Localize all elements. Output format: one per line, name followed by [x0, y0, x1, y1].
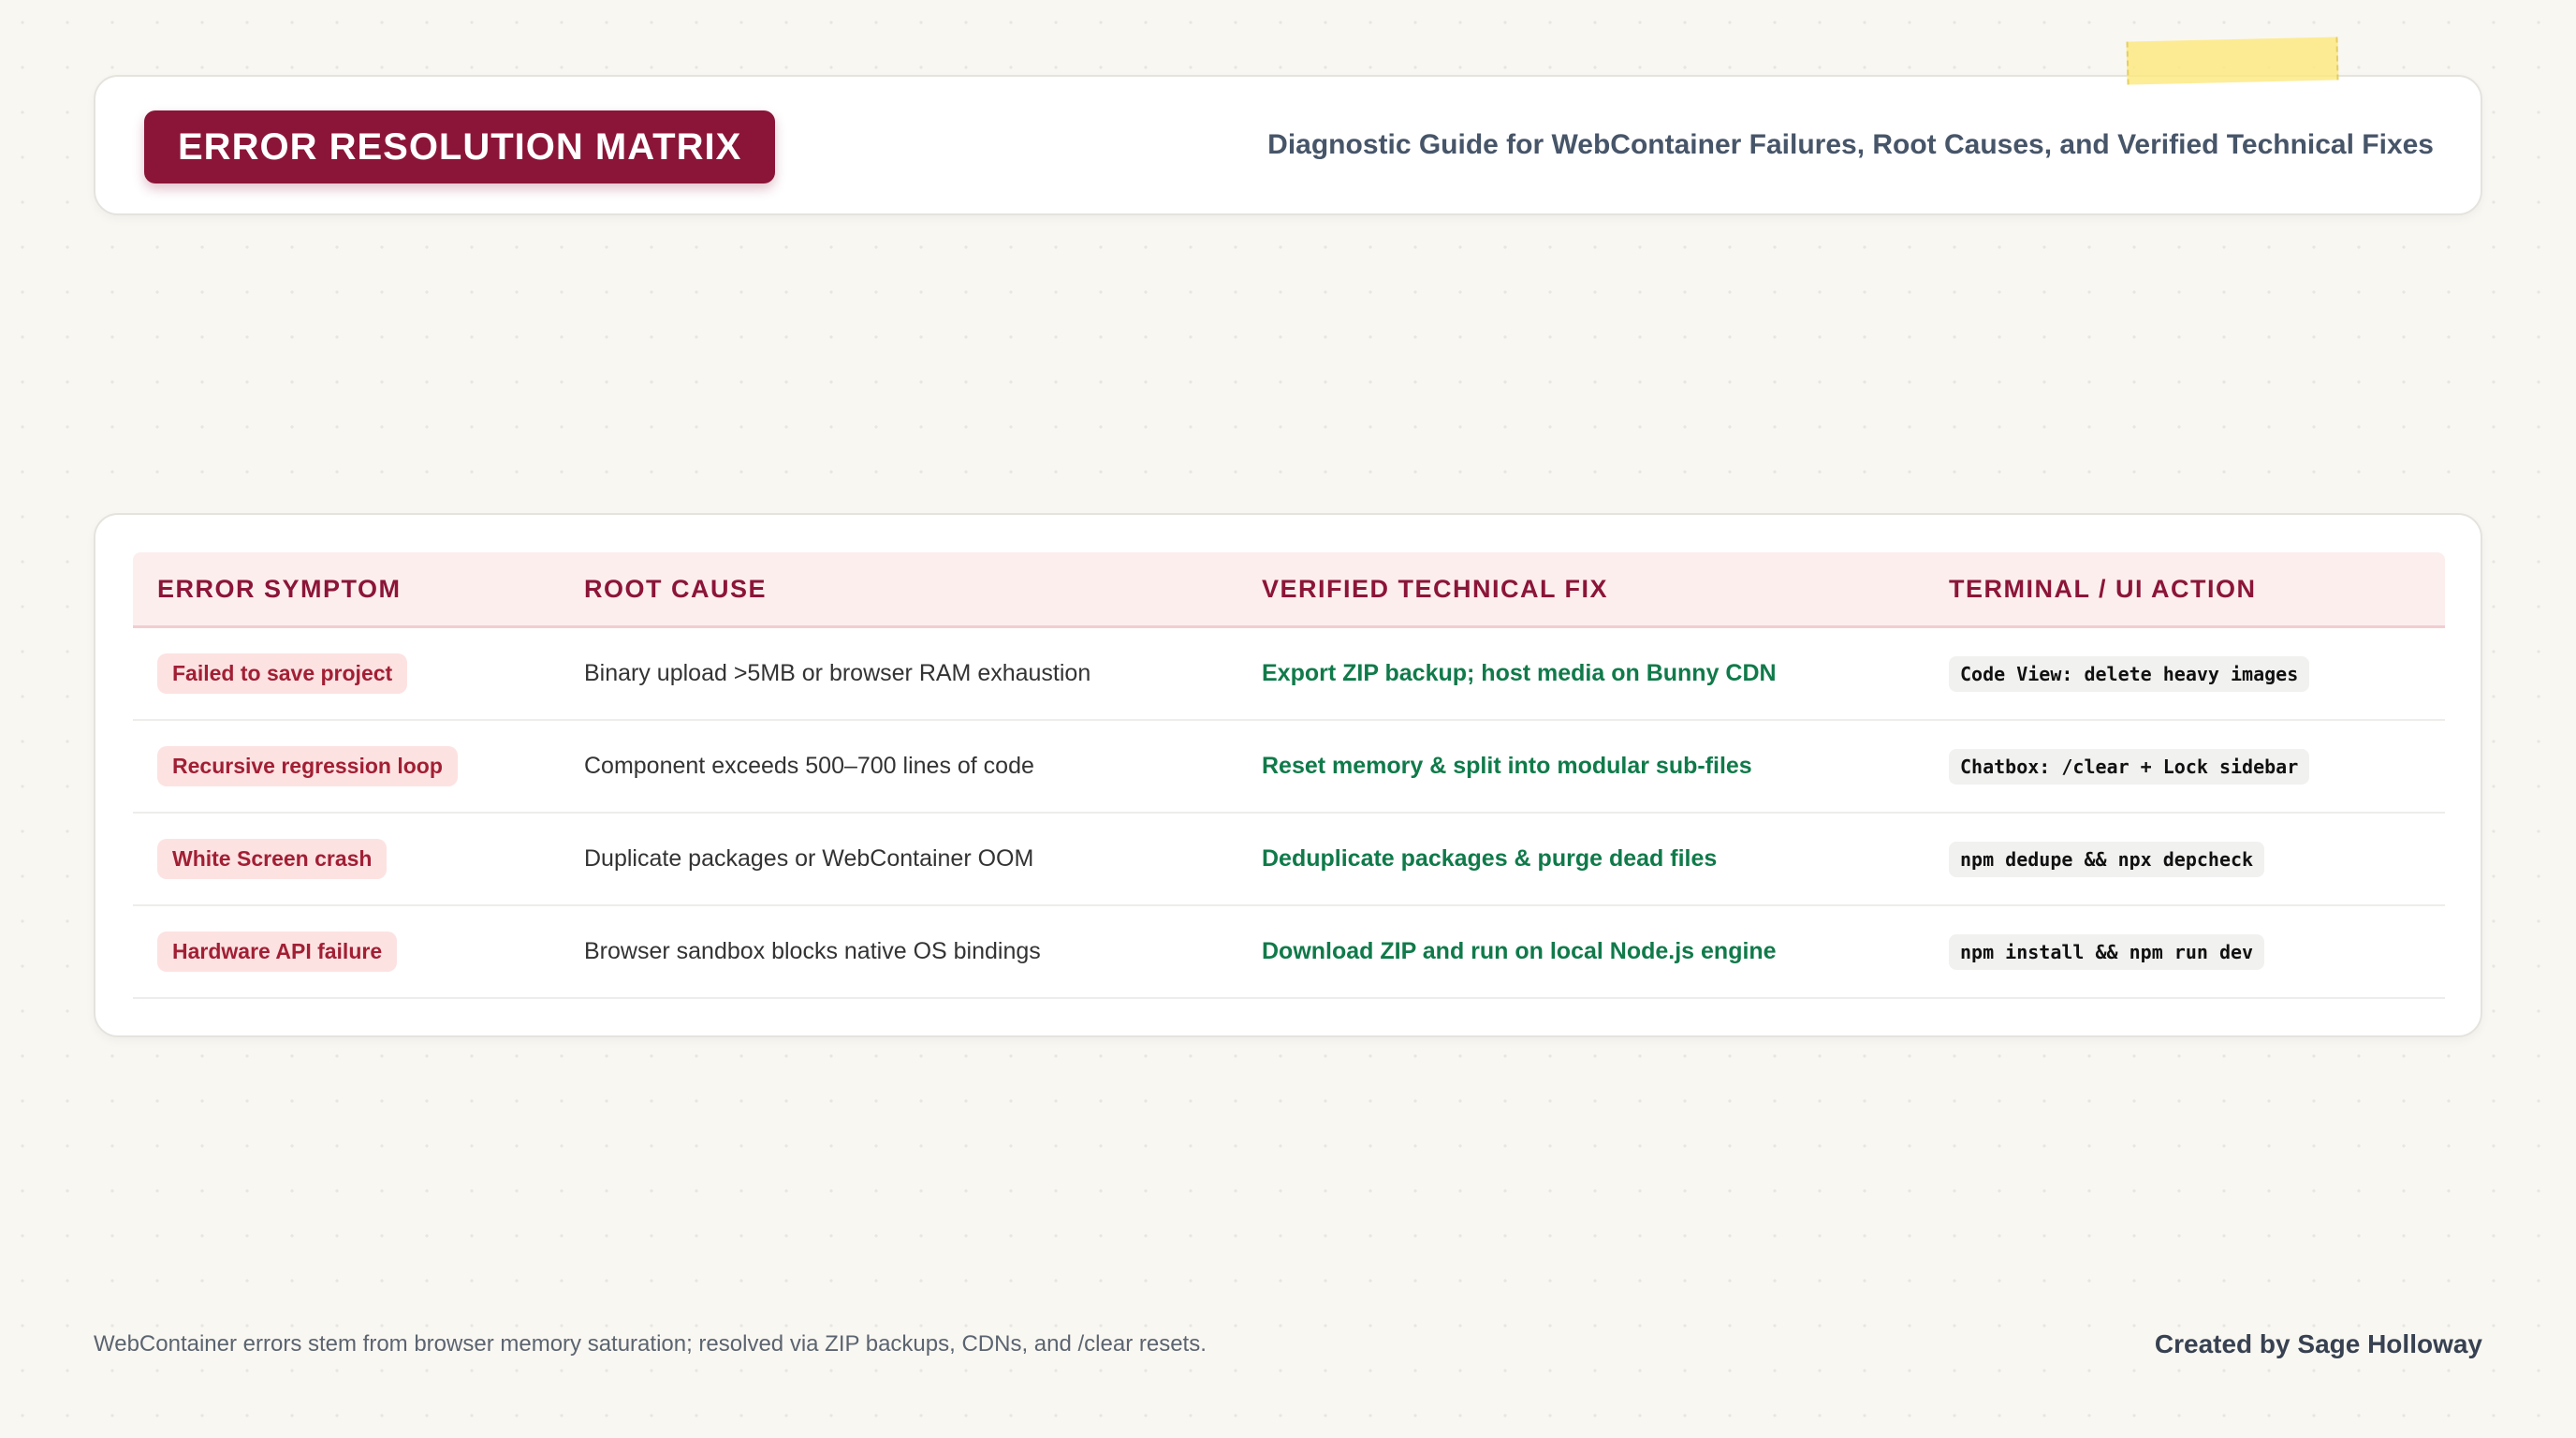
root-cause-text: Component exceeds 500–700 lines of code — [584, 753, 1034, 779]
page-subtitle: Diagnostic Guide for WebContainer Failur… — [1267, 129, 2434, 160]
footer-note: WebContainer errors stem from browser me… — [94, 1331, 1207, 1357]
footer-credit: Created by Sage Holloway — [2154, 1329, 2482, 1358]
action-code: Chatbox: /clear + Lock sidebar — [1949, 748, 2310, 785]
symptom-badge: Hardware API failure — [157, 932, 398, 972]
fix-text: Reset memory & split into modular sub-fi… — [1262, 753, 1752, 779]
table-row: Recursive regression loop Component exce… — [133, 721, 2445, 814]
header-card: ERROR RESOLUTION MATRIX Diagnostic Guide… — [94, 75, 2482, 215]
symptom-badge: Recursive regression loop — [157, 746, 458, 786]
table-header: ERROR SYMPTOM ROOT CAUSE VERIFIED TECHNI… — [133, 552, 2445, 628]
column-header-cause: ROOT CAUSE — [584, 575, 768, 603]
fix-text: Download ZIP and run on local Node.js en… — [1262, 938, 1777, 964]
table-row: Failed to save project Binary upload >5M… — [133, 628, 2445, 721]
root-cause-text: Duplicate packages or WebContainer OOM — [584, 845, 1034, 872]
title-badge: ERROR RESOLUTION MATRIX — [144, 110, 776, 183]
fix-text: Export ZIP backup; host media on Bunny C… — [1262, 660, 1777, 686]
action-code: npm install && npm run dev — [1949, 933, 2265, 970]
table-row: Hardware API failure Browser sandbox blo… — [133, 906, 2445, 999]
column-header-fix: VERIFIED TECHNICAL FIX — [1262, 575, 1609, 603]
matrix-card: ERROR SYMPTOM ROOT CAUSE VERIFIED TECHNI… — [94, 513, 2482, 1037]
symptom-badge: White Screen crash — [157, 839, 388, 879]
action-code: npm dedupe && npx depcheck — [1949, 841, 2265, 877]
root-cause-text: Browser sandbox blocks native OS binding… — [584, 938, 1041, 964]
action-code: Code View: delete heavy images — [1949, 655, 2310, 692]
table-row: White Screen crash Duplicate packages or… — [133, 814, 2445, 906]
decorative-tape — [2126, 37, 2339, 85]
column-header-symptom: ERROR SYMPTOM — [157, 575, 402, 603]
resolution-table: ERROR SYMPTOM ROOT CAUSE VERIFIED TECHNI… — [133, 552, 2445, 999]
page-title: ERROR RESOLUTION MATRIX — [178, 125, 742, 168]
column-header-action: TERMINAL / UI ACTION — [1949, 575, 2257, 603]
fix-text: Deduplicate packages & purge dead files — [1262, 845, 1718, 872]
symptom-badge: Failed to save project — [157, 653, 408, 694]
root-cause-text: Binary upload >5MB or browser RAM exhaus… — [584, 660, 1091, 686]
